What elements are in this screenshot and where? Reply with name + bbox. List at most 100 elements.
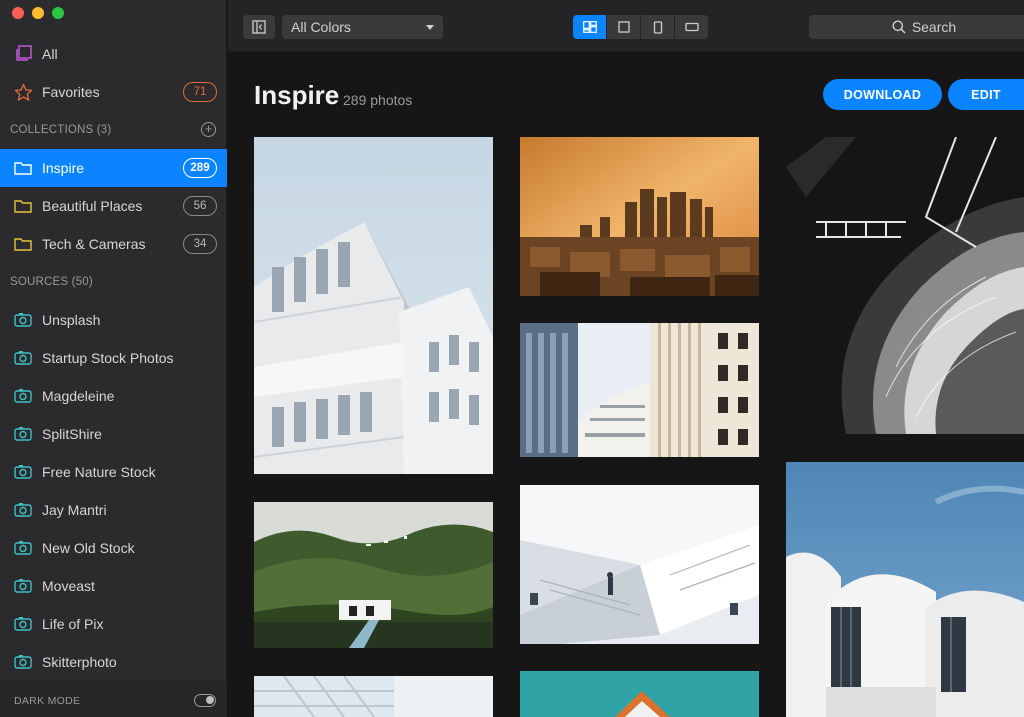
camera-icon <box>13 348 33 368</box>
search-placeholder: Search <box>911 19 957 35</box>
mosaic-icon <box>582 21 597 33</box>
sidebar-item-label: Life of Pix <box>42 616 104 632</box>
zoom-window-button[interactable] <box>52 7 64 19</box>
sidebar-item-inspire[interactable]: Inspire 289 <box>0 149 227 187</box>
camera-icon <box>13 614 33 634</box>
collection-count-badge: 56 <box>183 196 217 216</box>
sidebar-item-label: Inspire <box>42 160 85 176</box>
camera-icon <box>13 576 33 596</box>
sidebar-item-label: All <box>42 46 58 62</box>
star-icon <box>13 82 33 102</box>
sidebar-source-item[interactable]: Startup Stock Photos <box>0 339 227 377</box>
collections-header: COLLECTIONS (3) <box>10 124 112 136</box>
landscape-view-button[interactable] <box>675 15 708 39</box>
mosaic-view-button[interactable] <box>573 15 606 39</box>
toggle-sidebar-button[interactable] <box>243 15 275 39</box>
folder-icon <box>13 158 33 178</box>
photo-thumbnail[interactable] <box>786 137 1024 434</box>
photo-building-corner <box>520 323 759 457</box>
dark-mode-label: DARK MODE <box>14 695 81 707</box>
toolbar: All Colors Search <box>228 0 1024 52</box>
sidebar-source-item[interactable]: SplitShire <box>0 415 227 453</box>
landscape-icon <box>684 22 699 32</box>
sidebar-source-item[interactable]: Skitterphoto <box>0 643 227 681</box>
photo-abstract-architecture <box>786 137 1024 434</box>
photo-thumbnail[interactable] <box>520 485 759 644</box>
photo-thumbnail[interactable] <box>254 502 493 648</box>
sidebar-source-item[interactable]: Unsplash <box>0 301 227 339</box>
portrait-icon <box>653 20 662 34</box>
window-controls <box>12 7 64 19</box>
sidebar-item-label: Unsplash <box>42 312 101 328</box>
sidebar-source-item[interactable]: Moveast <box>0 567 227 605</box>
color-filter-value: All Colors <box>291 19 351 35</box>
square-view-button[interactable] <box>607 15 640 39</box>
edit-button[interactable]: EDIT <box>948 79 1024 110</box>
search-icon <box>892 20 906 34</box>
download-button[interactable]: DOWNLOAD <box>823 79 942 110</box>
photo-white-stairs <box>520 485 759 644</box>
sidebar-item-label: Startup Stock Photos <box>42 350 174 366</box>
dark-mode-toggle[interactable] <box>194 694 216 707</box>
sidebar-source-item[interactable]: Life of Pix <box>0 605 227 643</box>
sidebar-item-favorites[interactable]: Favorites 71 <box>0 73 227 111</box>
camera-icon <box>13 500 33 520</box>
sidebar-item-beautiful-places[interactable]: Beautiful Places 56 <box>0 187 227 225</box>
folder-icon <box>13 234 33 254</box>
sidebar-item-label: Beautiful Places <box>42 198 143 214</box>
photo-city-sunset <box>520 137 759 296</box>
sidebar-item-label: Skitterphoto <box>42 654 117 670</box>
sources-header: SOURCES (50) <box>10 276 93 288</box>
photo-thumbnail[interactable] <box>520 671 759 717</box>
favorites-count-badge: 71 <box>183 82 217 102</box>
camera-icon <box>13 310 33 330</box>
sidebar-item-label: Jay Mantri <box>42 502 107 518</box>
sidebar-item-label: Free Nature Stock <box>42 464 156 480</box>
chevron-down-icon <box>426 25 434 30</box>
collection-count-badge: 34 <box>183 234 217 254</box>
add-collection-button[interactable]: + <box>201 122 216 137</box>
photo-curved-roofs <box>786 462 1024 717</box>
photo-white-building <box>254 137 493 474</box>
close-window-button[interactable] <box>12 7 24 19</box>
sidebar-source-item[interactable]: Jay Mantri <box>0 491 227 529</box>
collection-count-badge: 289 <box>183 158 217 178</box>
minimize-window-button[interactable] <box>32 7 44 19</box>
view-mode-group <box>573 15 708 39</box>
photo-thumbnail[interactable] <box>520 323 759 457</box>
sidebar-item-label: Moveast <box>42 578 95 594</box>
sidebar-item-label: Tech & Cameras <box>42 236 146 252</box>
page-title: Inspire <box>254 80 340 110</box>
search-input[interactable]: Search <box>809 15 1024 39</box>
sidebar-item-label: Magdeleine <box>42 388 115 404</box>
portrait-view-button[interactable] <box>641 15 674 39</box>
camera-icon <box>13 386 33 406</box>
sidebar-item-label: New Old Stock <box>42 540 135 556</box>
photo-thumbnail[interactable] <box>254 137 493 474</box>
sidebar-source-item[interactable]: Free Nature Stock <box>0 453 227 491</box>
camera-icon <box>13 424 33 444</box>
sidebar-source-item[interactable]: Magdeleine <box>0 377 227 415</box>
color-filter-select[interactable]: All Colors <box>282 15 443 39</box>
photo-glass-building <box>254 676 493 717</box>
camera-icon <box>13 652 33 672</box>
photo-thumbnail[interactable] <box>520 137 759 296</box>
photo-count: 289 photos <box>343 92 413 108</box>
sidebar-source-item[interactable]: New Old Stock <box>0 529 227 567</box>
sidebar-item-tech-cameras[interactable]: Tech & Cameras 34 <box>0 225 227 263</box>
photo-orange-roof <box>520 671 759 717</box>
sidebar-item-label: SplitShire <box>42 426 102 442</box>
all-photos-icon <box>13 44 33 64</box>
sidebar-footer: DARK MODE <box>0 681 227 717</box>
camera-icon <box>13 538 33 558</box>
sidebar-item-label: Favorites <box>42 84 100 100</box>
sidebar-toggle-icon <box>252 20 266 34</box>
photo-thumbnail[interactable] <box>786 462 1024 717</box>
folder-icon <box>13 196 33 216</box>
photo-thumbnail[interactable] <box>254 676 493 717</box>
camera-icon <box>13 462 33 482</box>
square-icon <box>617 21 630 33</box>
photo-green-hills <box>254 502 493 648</box>
sidebar-item-all[interactable]: All <box>0 35 227 73</box>
sidebar: All Favorites 71 COLLECTIONS (3) + Inspi… <box>0 0 227 717</box>
